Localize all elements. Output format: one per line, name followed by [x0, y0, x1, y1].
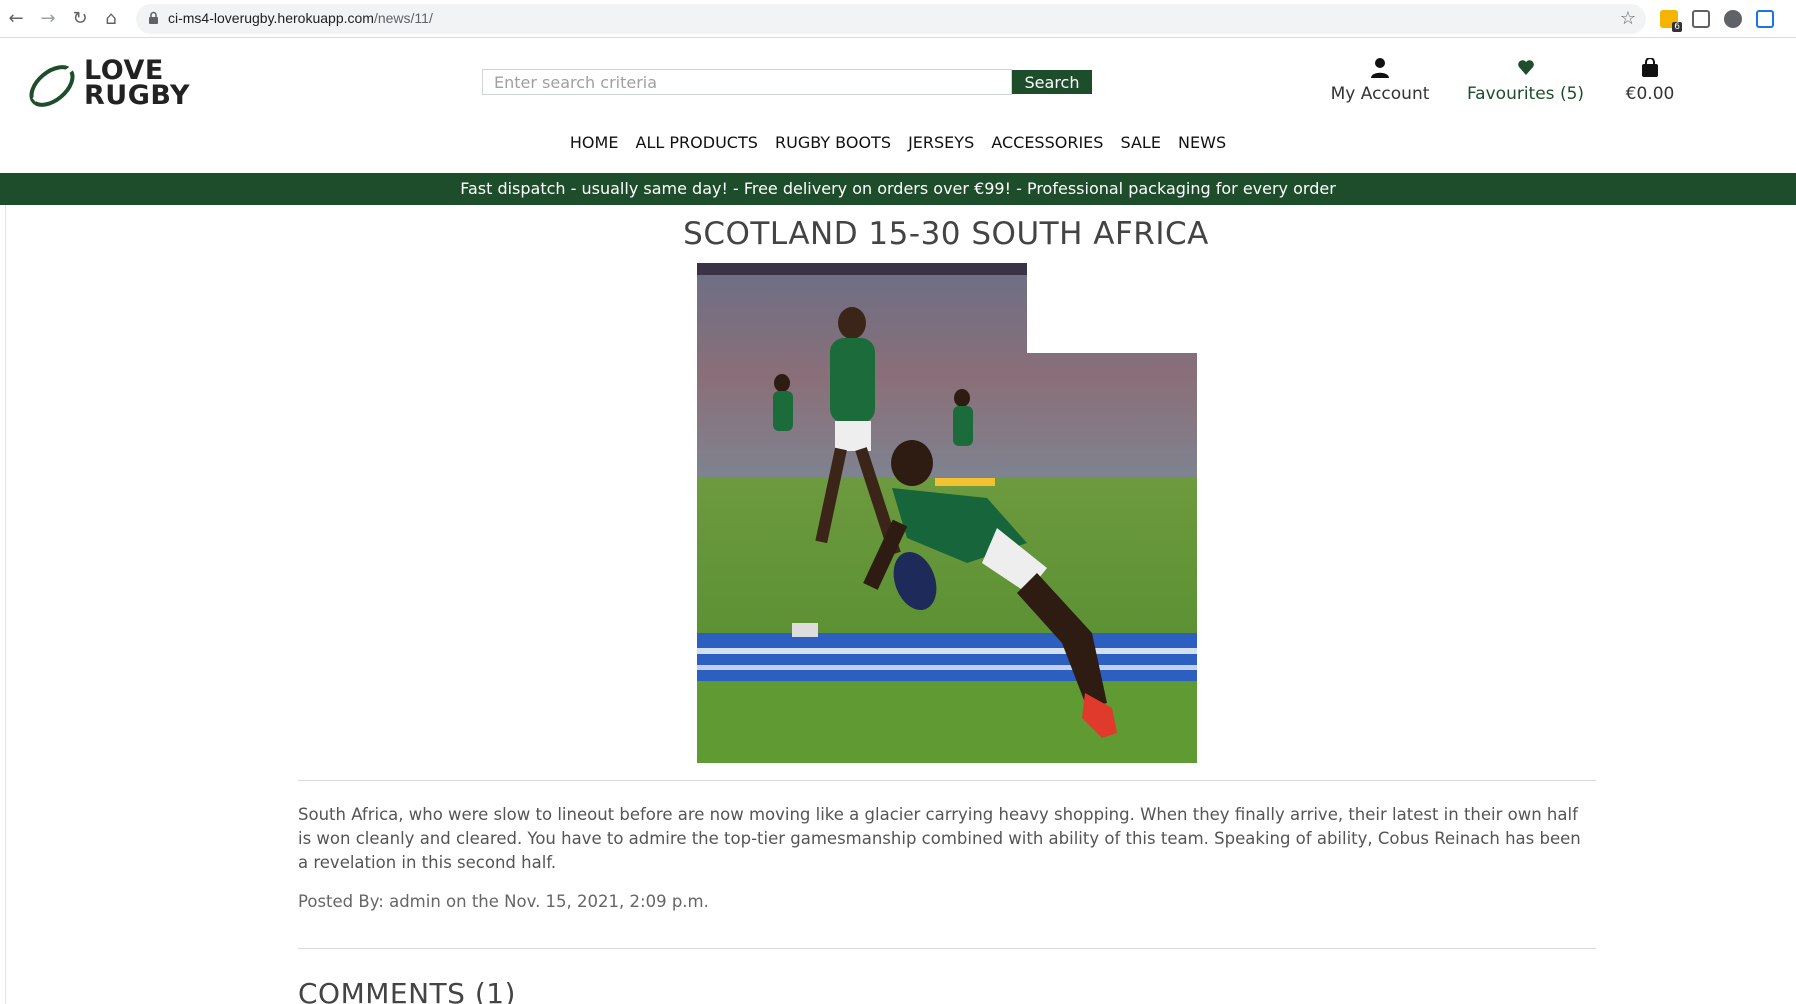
- article-title: SCOTLAND 15-30 SOUTH AFRICA: [683, 216, 1209, 252]
- my-account-link[interactable]: My Account: [1320, 58, 1440, 104]
- search-input[interactable]: [482, 69, 1012, 95]
- main-nav: HOME ALL PRODUCTS RUGBY BOOTS JERSEYS AC…: [0, 133, 1796, 152]
- favourites-link[interactable]: Favourites (5): [1458, 58, 1593, 104]
- bag-total: €0.00: [1625, 84, 1675, 104]
- address-bar[interactable]: ci-ms4-loverugby.herokuapp.com/news/11/ …: [136, 4, 1646, 34]
- wordpress-icon[interactable]: [1724, 10, 1742, 28]
- logo-line-rugby: RUGBY: [84, 80, 191, 111]
- user-icon: [1371, 58, 1389, 78]
- site-logo[interactable]: LOVE RUGBY: [26, 57, 206, 114]
- nav-jerseys[interactable]: JERSEYS: [908, 133, 974, 152]
- screen-capture-icon[interactable]: [1692, 10, 1710, 28]
- shopping-bag-icon: [1642, 58, 1658, 77]
- search-button[interactable]: Search: [1012, 70, 1092, 94]
- back-icon[interactable]: ←: [6, 9, 26, 29]
- shopping-bag-link[interactable]: €0.00: [1610, 58, 1690, 104]
- logo-text: LOVE RUGBY: [84, 57, 191, 111]
- home-icon[interactable]: ⌂: [101, 9, 121, 29]
- heart-icon: [1517, 60, 1534, 75]
- search-form: Search: [482, 69, 1092, 95]
- divider-top: [298, 780, 1596, 781]
- bookmark-star-icon[interactable]: ☆: [1620, 8, 1636, 29]
- article-image: [697, 263, 1197, 763]
- cast-icon[interactable]: [1756, 10, 1774, 28]
- delivery-banner: Fast dispatch - usually same day! - Free…: [0, 173, 1796, 205]
- nav-news[interactable]: NEWS: [1178, 133, 1226, 152]
- nav-rugby-boots[interactable]: RUGBY BOOTS: [775, 133, 891, 152]
- url-domain: ci-ms4-loverugby.herokuapp.com: [168, 10, 374, 26]
- extension-icon[interactable]: 6: [1660, 10, 1682, 32]
- rugby-ball-icon: [29, 65, 75, 107]
- article-body: South Africa, who were slow to lineout b…: [298, 805, 1581, 872]
- divider-comments: [298, 948, 1596, 949]
- forward-icon[interactable]: →: [38, 9, 58, 29]
- comments-heading: COMMENTS (1): [298, 977, 516, 1004]
- nav-accessories[interactable]: ACCESSORIES: [991, 133, 1103, 152]
- rugby-try-photo: [697, 263, 1197, 763]
- site-header: LOVE RUGBY Search My Account Favourites …: [0, 38, 1796, 173]
- url-path: /news/11/: [373, 10, 433, 26]
- extension-badge: 6: [1672, 22, 1682, 32]
- url-text: ci-ms4-loverugby.herokuapp.com/news/11/: [168, 10, 433, 26]
- nav-all-products[interactable]: ALL PRODUCTS: [636, 133, 758, 152]
- favourites-label: Favourites (5): [1466, 84, 1585, 104]
- my-account-label: My Account: [1330, 84, 1430, 104]
- browser-toolbar: ← → ↻ ⌂ ci-ms4-loverugby.herokuapp.com/n…: [0, 0, 1796, 38]
- nav-sale[interactable]: SALE: [1121, 133, 1161, 152]
- posted-by: Posted By: admin on the Nov. 15, 2021, 2…: [298, 892, 709, 911]
- reload-icon[interactable]: ↻: [70, 9, 90, 29]
- page-left-border: [0, 205, 6, 1004]
- lock-icon: [149, 11, 158, 24]
- nav-home[interactable]: HOME: [570, 133, 619, 152]
